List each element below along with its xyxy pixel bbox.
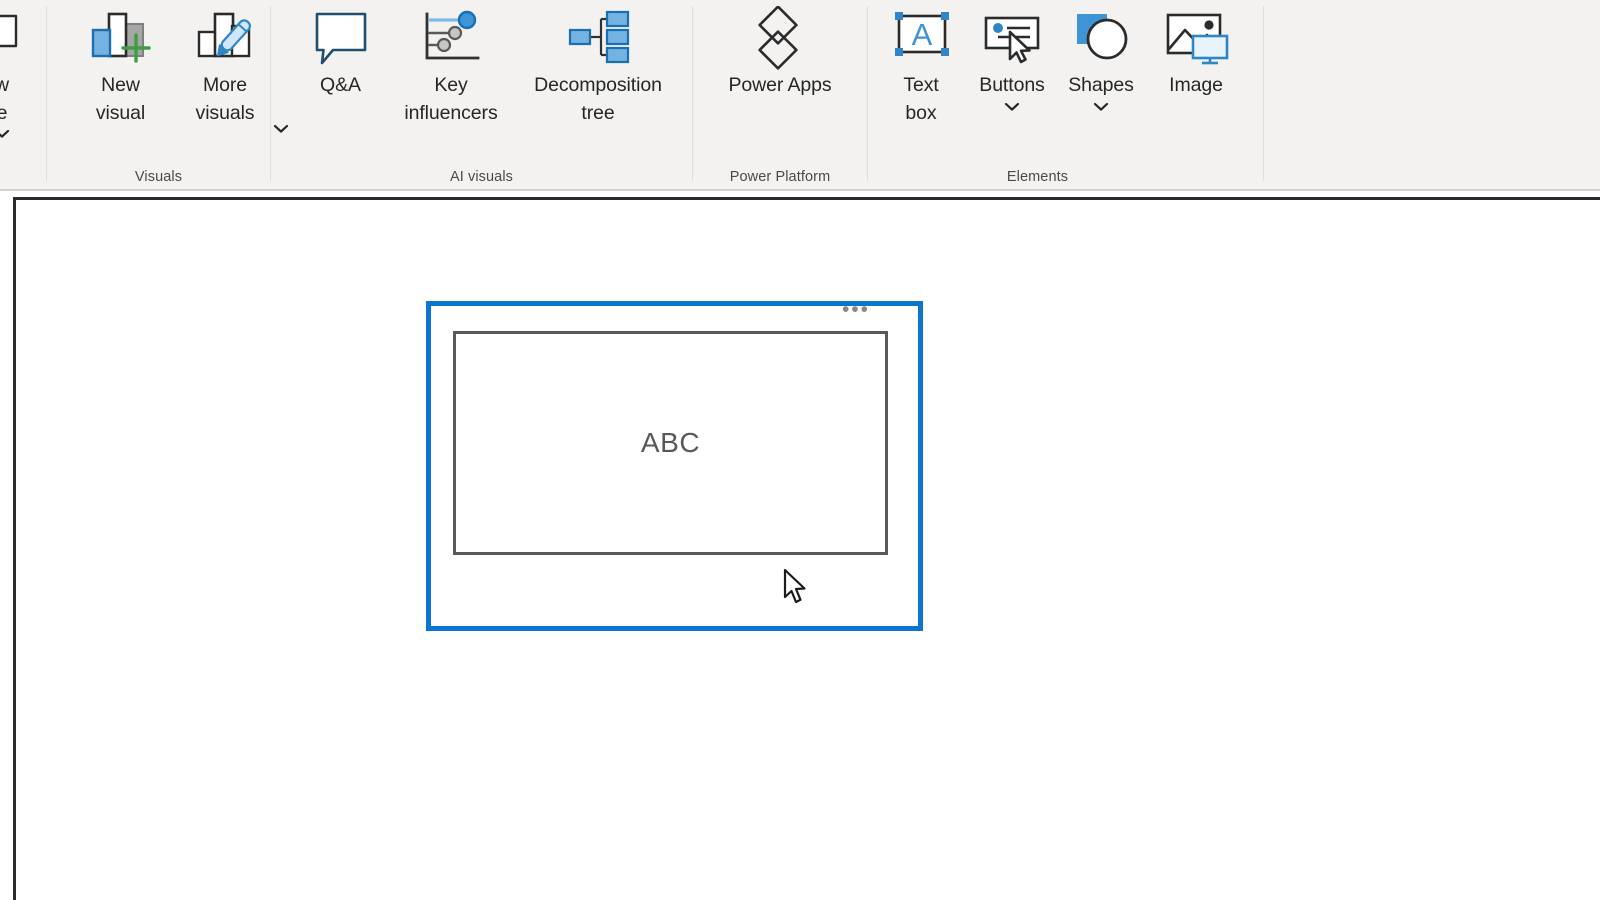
text-box-editor[interactable]: ABC bbox=[453, 331, 888, 555]
mouse-pointer-icon bbox=[783, 568, 806, 604]
ribbon-group-power-platform: Power Apps Power Platform bbox=[693, 0, 867, 191]
ribbon-group-visuals: New visual More visuals Visuals bbox=[47, 0, 289, 191]
callout-icon bbox=[0, 4, 32, 72]
buttons-icon bbox=[976, 4, 1048, 72]
ribbon-button-power-apps[interactable]: Power Apps bbox=[705, 4, 855, 100]
chevron-down-icon[interactable] bbox=[1092, 101, 1110, 112]
image-icon bbox=[1158, 4, 1234, 72]
ribbon-button-label: Decomposition tree bbox=[534, 74, 662, 124]
power-bi-report-view: w e es bbox=[0, 0, 1600, 900]
ribbon-button-image[interactable]: Image bbox=[1146, 4, 1246, 100]
ribbon-button-label: Image bbox=[1169, 74, 1223, 96]
selected-text-box-visual[interactable]: ••• ABC bbox=[426, 299, 923, 631]
new-visual-icon bbox=[87, 4, 155, 72]
ribbon-group-label: Visuals bbox=[134, 169, 183, 185]
ribbon-button-label: Shapes bbox=[1068, 74, 1134, 96]
ribbon-button-new-visual[interactable]: New visual bbox=[68, 4, 173, 127]
svg-text:A: A bbox=[912, 17, 933, 52]
ribbon-button-key-influencers[interactable]: Key influencers bbox=[381, 4, 521, 127]
text-box-content: ABC bbox=[640, 427, 701, 458]
ribbon-button-label: Text box bbox=[903, 74, 939, 124]
ribbon-button-label: Power Apps bbox=[728, 74, 832, 96]
ribbon-group-ai-visuals: Q&A Key influencers Decomposition tree A… bbox=[271, 0, 692, 191]
ribbon-group-divider bbox=[1263, 6, 1264, 181]
chevron-down-icon[interactable] bbox=[0, 128, 11, 139]
ribbon: w e es bbox=[0, 0, 1600, 191]
ribbon-button-qna[interactable]: Q&A bbox=[288, 4, 393, 100]
ribbon-button-text-box[interactable]: A Text box bbox=[884, 4, 958, 127]
chevron-down-icon[interactable] bbox=[1003, 101, 1021, 112]
ribbon-button-label: Q&A bbox=[320, 74, 361, 96]
ribbon-button-buttons[interactable]: Buttons bbox=[964, 4, 1060, 112]
ribbon-button-more-visuals[interactable]: More visuals bbox=[165, 4, 285, 127]
qna-speech-bubble-icon bbox=[307, 4, 375, 72]
ribbon-button-label: Key influencers bbox=[404, 74, 498, 124]
more-visuals-icon bbox=[191, 4, 259, 72]
more-options-icon[interactable]: ••• bbox=[842, 299, 870, 320]
ribbon-button-new-clipped[interactable]: w e bbox=[0, 4, 38, 139]
ribbon-button-decomposition-tree[interactable]: Decomposition tree bbox=[503, 4, 693, 127]
ribbon-button-shapes[interactable]: Shapes bbox=[1053, 4, 1149, 112]
power-apps-icon bbox=[745, 4, 815, 72]
ribbon-button-label: w e bbox=[0, 74, 9, 124]
ribbon-bottom-rule bbox=[0, 189, 1600, 191]
ribbon-button-label: New visual bbox=[95, 74, 146, 124]
ribbon-button-label: Buttons bbox=[979, 74, 1045, 96]
text-box-icon: A bbox=[886, 4, 956, 72]
report-canvas[interactable]: ••• ABC bbox=[13, 197, 1600, 900]
ribbon-group-label: es bbox=[0, 169, 32, 185]
ribbon-group-label: Elements bbox=[1006, 169, 1069, 185]
ribbon-group-clipped-left: w e es bbox=[0, 0, 46, 191]
decomposition-tree-icon bbox=[563, 4, 633, 72]
key-influencers-icon bbox=[416, 4, 486, 72]
ribbon-button-label: More visuals bbox=[195, 74, 255, 124]
shapes-icon bbox=[1065, 4, 1137, 72]
ribbon-group-elements: A Text box Buttons Shapes Image Elements bbox=[868, 0, 1263, 191]
ribbon-group-label: AI visuals bbox=[449, 169, 514, 185]
